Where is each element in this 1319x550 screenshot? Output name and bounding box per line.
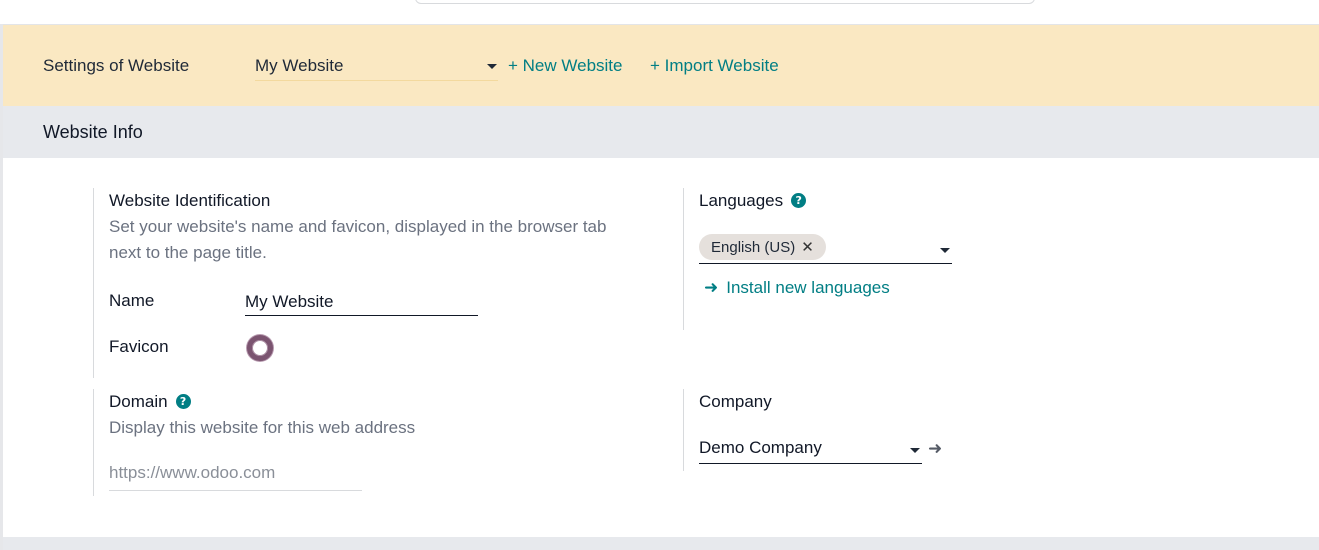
domain-field[interactable] xyxy=(109,463,362,491)
new-website-button[interactable]: + New Website xyxy=(508,56,622,76)
name-label: Name xyxy=(109,291,155,310)
name-field[interactable]: My Website xyxy=(245,285,478,316)
domain-title: Domain xyxy=(109,392,168,411)
languages-setting: Languages? English (US) ✕ ➜ Install new la… xyxy=(683,188,1083,330)
company-field[interactable]: Demo Company xyxy=(699,431,922,464)
section-header: Website Info xyxy=(3,106,1319,158)
banner-title: Settings of Website xyxy=(43,56,190,75)
domain-description: Display this website for this web addres… xyxy=(109,418,416,437)
open-record-icon[interactable]: ➜ xyxy=(928,439,942,459)
languages-title: Languages xyxy=(699,191,784,210)
favicon-label: Favicon xyxy=(109,337,169,356)
website-identification-setting: Website Identification Set your website'… xyxy=(93,188,613,378)
chevron-down-icon xyxy=(910,448,920,453)
chevron-down-icon xyxy=(940,248,950,253)
domain-setting: Domain? Display this website for this we… xyxy=(93,389,613,496)
favicon-image[interactable] xyxy=(247,335,273,361)
install-languages-label: Install new languages xyxy=(726,278,890,297)
company-setting: Company Demo Company ➜ xyxy=(683,389,1083,471)
identification-description: Set your website's name and favicon, dis… xyxy=(109,217,607,262)
import-website-button[interactable]: + Import Website xyxy=(650,56,779,76)
chevron-down-icon xyxy=(487,64,497,69)
top-search-bar[interactable] xyxy=(415,0,1035,4)
help-icon[interactable]: ? xyxy=(175,394,191,409)
identification-title: Website Identification xyxy=(109,191,271,210)
language-tag-label: English (US) xyxy=(711,239,796,256)
company-title: Company xyxy=(699,392,772,411)
close-icon[interactable]: ✕ xyxy=(801,238,814,256)
arrow-right-icon: ➜ xyxy=(704,278,719,298)
name-field-value: My Website xyxy=(245,292,334,311)
company-field-value: Demo Company xyxy=(699,438,822,457)
domain-title-wrap: Domain? xyxy=(109,392,191,412)
website-select-value: My Website xyxy=(255,56,344,75)
domain-input[interactable] xyxy=(109,463,362,483)
section-title: Website Info xyxy=(43,122,143,142)
help-icon[interactable]: ? xyxy=(791,193,807,208)
website-select[interactable]: My Website xyxy=(255,48,498,81)
next-section-header xyxy=(3,537,1319,550)
languages-title-wrap: Languages? xyxy=(699,191,807,211)
install-languages-button[interactable]: ➜ Install new languages xyxy=(704,278,890,298)
language-tag: English (US) ✕ xyxy=(699,234,826,260)
website-settings-banner: Settings of Website My Website + New Web… xyxy=(3,25,1319,106)
